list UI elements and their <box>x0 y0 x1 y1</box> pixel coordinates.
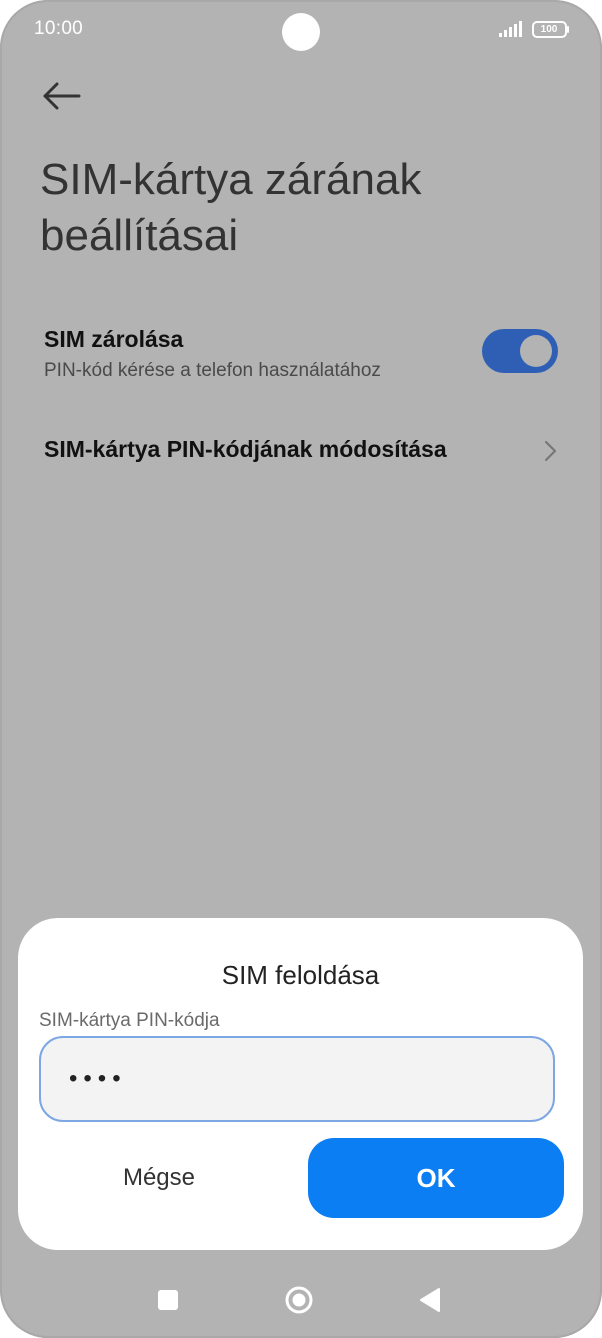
navigation-bar <box>0 1268 602 1332</box>
phone-screen: 10:00 100 SIM-kártya zárának beállításai… <box>0 0 602 1338</box>
sim-lock-subtitle: PIN-kód kérése a telefon használatához <box>44 360 381 381</box>
battery-level: 100 <box>540 24 558 35</box>
status-time: 10:00 <box>34 18 84 39</box>
page-title: SIM-kártya zárának beállításai <box>40 155 422 260</box>
change-pin-row[interactable]: SIM-kártya PIN-kódjának módosítása <box>0 428 602 474</box>
camera-cutout <box>282 13 320 51</box>
sim-lock-title: SIM zárolása <box>44 326 184 352</box>
unlock-sim-dialog: SIM feloldása SIM-kártya PIN-kódja Mégse… <box>18 918 583 1250</box>
pin-input[interactable] <box>39 1036 555 1122</box>
back-arrow-icon[interactable] <box>38 74 86 118</box>
back-triangle-icon[interactable] <box>410 1280 450 1320</box>
chevron-right-icon <box>544 440 557 462</box>
recent-apps-square-icon[interactable] <box>148 1280 188 1320</box>
change-pin-title: SIM-kártya PIN-kódjának módosítása <box>44 436 447 462</box>
sim-lock-toggle[interactable] <box>482 329 558 373</box>
ok-button[interactable]: OK <box>308 1138 564 1218</box>
pin-field-label: SIM-kártya PIN-kódja <box>39 1010 220 1031</box>
toggle-knob <box>520 335 552 367</box>
signal-icon <box>499 21 522 37</box>
dialog-title: SIM feloldása <box>221 960 380 990</box>
sim-lock-row[interactable]: SIM zárolása PIN-kód kérése a telefon ha… <box>0 322 602 388</box>
cancel-button[interactable]: Mégse <box>35 1140 283 1216</box>
home-circle-icon[interactable] <box>279 1280 319 1320</box>
status-bar: 10:00 100 <box>0 0 602 62</box>
